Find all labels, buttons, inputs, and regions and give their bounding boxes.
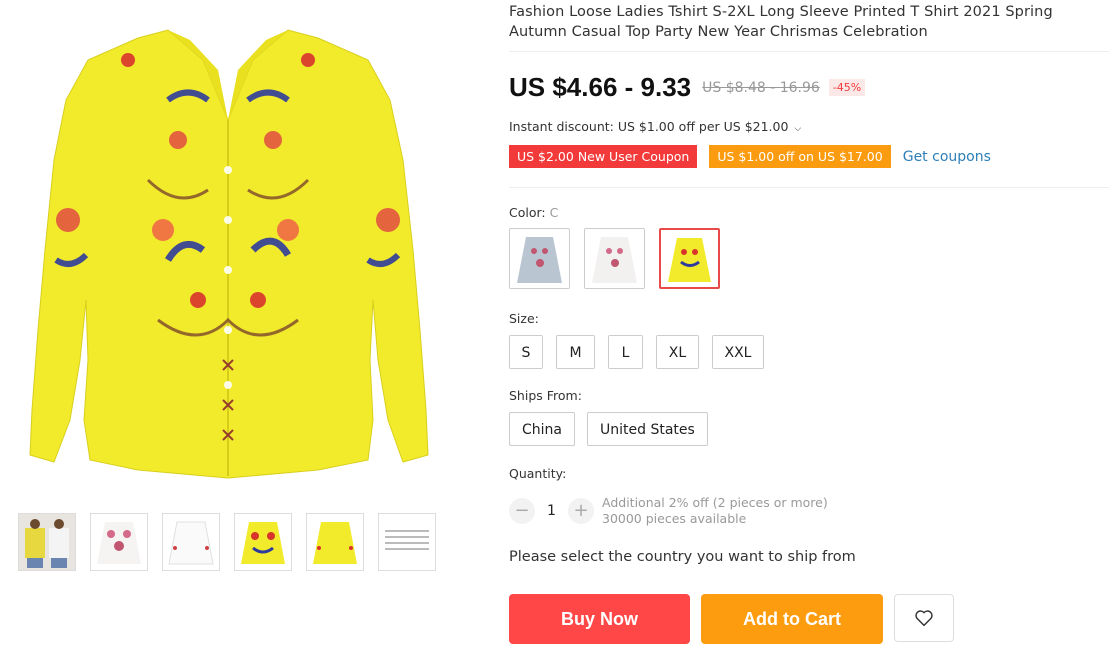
color-label-text: Color: bbox=[509, 205, 546, 220]
quantity-label: Quantity: bbox=[509, 466, 567, 481]
size-option-m[interactable]: M bbox=[556, 335, 595, 369]
color-swatches bbox=[509, 228, 720, 289]
thumbnail-white-pink-print[interactable] bbox=[90, 513, 148, 571]
add-to-cart-button[interactable]: Add to Cart bbox=[701, 594, 883, 644]
color-label: Color: C bbox=[509, 205, 558, 220]
size-option-l[interactable]: L bbox=[608, 335, 643, 369]
thumbnail-yellow-print[interactable] bbox=[234, 513, 292, 571]
ships-from-options: China United States bbox=[509, 412, 708, 446]
discount-badge: -45% bbox=[828, 79, 866, 96]
thumbnail-gallery bbox=[18, 513, 436, 571]
thumbnail-yellow-plain[interactable] bbox=[306, 513, 364, 571]
quantity-stepper: − 1 + Additional 2% off (2 pieces or mor… bbox=[509, 495, 828, 527]
quantity-info: Additional 2% off (2 pieces or more) 300… bbox=[602, 495, 828, 527]
size-label: Size: bbox=[509, 311, 539, 326]
thumbnail-size-chart[interactable] bbox=[378, 513, 436, 571]
size-option-s[interactable]: S bbox=[509, 335, 543, 369]
size-option-xl[interactable]: XL bbox=[656, 335, 699, 369]
original-price: US $8.48 - 16.96 bbox=[702, 79, 820, 96]
size-options: S M L XL XXL bbox=[509, 335, 764, 369]
wishlist-button[interactable] bbox=[894, 594, 954, 642]
quantity-value[interactable]: 1 bbox=[535, 503, 568, 519]
ships-from-label: Ships From: bbox=[509, 388, 582, 403]
instant-discount-text: Instant discount: US $1.00 off per US $2… bbox=[509, 119, 789, 134]
get-coupons-link[interactable]: Get coupons bbox=[903, 149, 991, 165]
price: US $4.66 - 9.33 bbox=[509, 72, 692, 102]
selected-color: C bbox=[549, 205, 559, 220]
heart-icon bbox=[915, 610, 933, 627]
divider bbox=[509, 187, 1109, 188]
chevron-down-icon[interactable]: ⌵ bbox=[794, 124, 801, 134]
thumbnail-white-plain[interactable] bbox=[162, 513, 220, 571]
color-swatch-light-blue[interactable] bbox=[509, 228, 570, 289]
color-swatch-white[interactable] bbox=[584, 228, 645, 289]
price-row: US $4.66 - 9.33 US $8.48 - 16.96 -45% bbox=[509, 72, 866, 103]
ships-from-china[interactable]: China bbox=[509, 412, 575, 446]
coupon-row: US $2.00 New User Coupon US $1.00 off on… bbox=[509, 145, 991, 168]
product-title: Fashion Loose Ladies Tshirt S-2XL Long S… bbox=[509, 4, 1053, 40]
buy-now-button[interactable]: Buy Now bbox=[509, 594, 690, 644]
ship-notice: Please select the country you want to sh… bbox=[509, 549, 856, 565]
quantity-increase-button[interactable]: + bbox=[568, 498, 594, 524]
quantity-additional-discount: Additional 2% off (2 pieces or more) bbox=[602, 495, 828, 510]
product-main-image[interactable] bbox=[18, 0, 438, 490]
quantity-decrease-button[interactable]: − bbox=[509, 498, 535, 524]
new-user-coupon[interactable]: US $2.00 New User Coupon bbox=[509, 145, 698, 168]
instant-discount[interactable]: Instant discount: US $1.00 off per US $2… bbox=[509, 119, 801, 134]
quantity-available: 30000 pieces available bbox=[602, 511, 747, 526]
ships-from-united-states[interactable]: United States bbox=[587, 412, 708, 446]
thumbnail-two-models[interactable] bbox=[18, 513, 76, 571]
store-coupon[interactable]: US $1.00 off on US $17.00 bbox=[709, 145, 891, 168]
size-option-xxl[interactable]: XXL bbox=[712, 335, 764, 369]
color-swatch-yellow[interactable] bbox=[659, 228, 720, 289]
divider bbox=[509, 51, 1109, 52]
